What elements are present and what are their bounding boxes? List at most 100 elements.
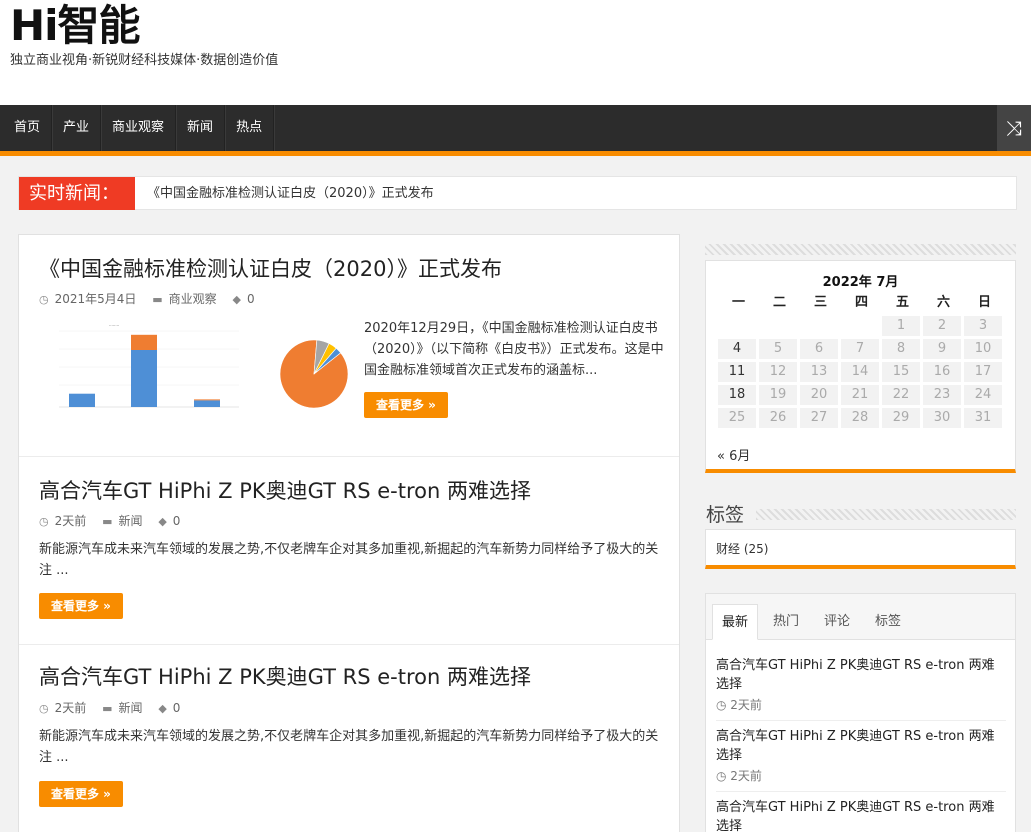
calendar-day: 27 bbox=[800, 408, 838, 428]
folder-icon: ▬ bbox=[102, 702, 113, 715]
divider bbox=[716, 791, 1006, 792]
nav-item-hot[interactable]: 热点 bbox=[225, 105, 275, 151]
folder-icon: ▬ bbox=[152, 293, 163, 306]
calendar-weekday: 三 bbox=[813, 295, 827, 310]
widget-stripe bbox=[705, 244, 1016, 255]
list-item: 高合汽车GT HiPhi Z PK奥迪GT RS e-tron 两难选择 ◷ 2… bbox=[716, 727, 1006, 784]
calendar-day: 21 bbox=[841, 385, 879, 405]
tab-tags[interactable]: 标签 bbox=[866, 604, 910, 640]
thumb-pie-group bbox=[279, 339, 349, 409]
recent-post-link[interactable]: 高合汽车GT HiPhi Z PK奥迪GT RS e-tron 两难选择 bbox=[716, 727, 1006, 765]
post-item: 高合汽车GT HiPhi Z PK奥迪GT RS e-tron 两难选择 ◷ 2天… bbox=[19, 645, 679, 832]
calendar-day: 19 bbox=[759, 385, 797, 405]
tab-latest[interactable]: 最新 bbox=[712, 604, 759, 640]
read-more-button[interactable]: 查看更多 » bbox=[39, 593, 123, 619]
calendar-day[interactable]: 18 bbox=[718, 385, 756, 405]
shuffle-icon: ⤨ bbox=[1006, 116, 1022, 140]
tab-popular[interactable]: 热门 bbox=[764, 604, 808, 640]
post-excerpt: 新能源汽车成未来汽车领域的发展之势,不仅老牌车企对其多加重视,新掘起的汽车新势力… bbox=[39, 729, 659, 765]
calendar-day[interactable]: 11 bbox=[718, 362, 756, 382]
calendar-prev-month-link[interactable]: « 6月 bbox=[717, 445, 750, 464]
calendar-day: 1 bbox=[882, 316, 920, 336]
post-meta: ◷ 2天前 ▬ 新闻 ◆ 0 bbox=[39, 700, 192, 717]
post-thumbnail[interactable]: ········ bbox=[39, 319, 359, 429]
clock-icon: ◷ bbox=[39, 293, 49, 306]
calendar-day: 28 bbox=[841, 408, 879, 428]
post-title[interactable]: 高合汽车GT HiPhi Z PK奥迪GT RS e-tron 两难选择 bbox=[39, 663, 531, 691]
site-title[interactable]: Hi智能 bbox=[10, 0, 141, 52]
tabs-bar: 最新 热门 评论 标签 bbox=[706, 594, 1015, 640]
tags-widget: 财经 (25) bbox=[705, 529, 1016, 569]
calendar-day: 22 bbox=[882, 385, 920, 405]
calendar-day: 3 bbox=[964, 316, 1002, 336]
clock-icon: ◷ bbox=[716, 698, 731, 712]
tag-link-finance[interactable]: 财经 (25) bbox=[716, 540, 768, 557]
thumb-bar-group bbox=[69, 334, 220, 407]
calendar-week: 11 12 13 14 15 16 17 bbox=[718, 362, 1005, 382]
post-category[interactable]: ▬ 新闻 bbox=[102, 701, 148, 715]
read-more-button[interactable]: 查看更多 » bbox=[39, 781, 123, 807]
calendar-weekday: 六 bbox=[936, 295, 950, 310]
calendar-day: 5 bbox=[759, 339, 797, 359]
recent-post-link[interactable]: 高合汽车GT HiPhi Z PK奥迪GT RS e-tron 两难选择 bbox=[716, 798, 1006, 832]
calendar-day: 17 bbox=[964, 362, 1002, 382]
post-title[interactable]: 高合汽车GT HiPhi Z PK奥迪GT RS e-tron 两难选择 bbox=[39, 477, 531, 505]
post-date: ◷ 2天前 bbox=[39, 701, 87, 715]
nav-item-home[interactable]: 首页 bbox=[0, 105, 53, 151]
clock-icon: ◷ bbox=[39, 515, 49, 528]
main-nav: 首页 产业 商业观察 新闻 热点 ⤨ bbox=[0, 105, 1031, 156]
folder-icon: ▬ bbox=[102, 515, 113, 528]
post-item: 《中国金融标准检测认证白皮（2020）》正式发布 ◷ 2021年5月4日 ▬ 商业观… bbox=[19, 235, 679, 457]
divider bbox=[716, 720, 1006, 721]
breaking-news-link[interactable]: 《中国金融标准检测认证白皮（2020）》正式发布 bbox=[147, 177, 434, 210]
thumb-bar-stack bbox=[194, 399, 220, 401]
post-comments[interactable]: ◆ 0 bbox=[158, 514, 186, 528]
recent-post-link[interactable]: 高合汽车GT HiPhi Z PK奥迪GT RS e-tron 两难选择 bbox=[716, 656, 1006, 694]
clock-icon: ◷ bbox=[716, 769, 731, 783]
thumb-chart1-title: ········ bbox=[109, 323, 119, 328]
tags-widget-title: 标签 bbox=[706, 504, 745, 526]
recent-post-date: ◷ 2天前 bbox=[716, 769, 762, 783]
calendar-week: 18 19 20 21 22 23 24 bbox=[718, 385, 1005, 405]
calendar-weekdays: 一二三四五六日 bbox=[718, 293, 1005, 313]
thumb-bar bbox=[194, 400, 220, 407]
calendar-week: 4 5 6 7 8 9 10 bbox=[718, 339, 1005, 359]
calendar-day: 12 bbox=[759, 362, 797, 382]
calendar-day[interactable]: 4 bbox=[718, 339, 756, 359]
random-post-button[interactable]: ⤨ bbox=[997, 105, 1031, 151]
calendar-day: 15 bbox=[882, 362, 920, 382]
thumb-bar-stack bbox=[131, 334, 157, 350]
calendar-day bbox=[841, 316, 879, 336]
calendar-day: 14 bbox=[841, 362, 879, 382]
post-category[interactable]: ▬ 商业观察 bbox=[152, 292, 222, 306]
calendar-day: 6 bbox=[800, 339, 838, 359]
calendar-day: 9 bbox=[923, 339, 961, 359]
site-description: 独立商业视角·新锐财经科技媒体·数据创造价值 bbox=[10, 53, 279, 68]
calendar-weekday: 五 bbox=[895, 295, 909, 310]
calendar-week: 123 bbox=[718, 316, 1005, 336]
calendar-day bbox=[718, 316, 756, 336]
post-category[interactable]: ▬ 新闻 bbox=[102, 514, 148, 528]
calendar-day: 2 bbox=[923, 316, 961, 336]
read-more-button[interactable]: 查看更多 » bbox=[364, 392, 448, 418]
calendar-day bbox=[800, 316, 838, 336]
calendar-day: 25 bbox=[718, 408, 756, 428]
calendar-day: 24 bbox=[964, 385, 1002, 405]
post-comments[interactable]: ◆ 0 bbox=[233, 292, 261, 306]
tabbed-widget: 最新 热门 评论 标签 高合汽车GT HiPhi Z PK奥迪GT RS e-t… bbox=[705, 593, 1016, 832]
calendar-day: 20 bbox=[800, 385, 838, 405]
post-title[interactable]: 《中国金融标准检测认证白皮（2020）》正式发布 bbox=[39, 255, 502, 283]
calendar-week: 25 26 27 28 29 30 31 bbox=[718, 408, 1005, 428]
calendar-grid: 一二三四五六日 1 2 3 4 5 6 7 8 9 10 11 12 13 14 15 16 17 18 19 20 2… bbox=[718, 293, 1005, 428]
post-date: ◷ 2天前 bbox=[39, 514, 87, 528]
nav-item-news[interactable]: 新闻 bbox=[176, 105, 226, 151]
nav-item-business[interactable]: 商业观察 bbox=[101, 105, 177, 151]
post-comments[interactable]: ◆ 0 bbox=[158, 701, 186, 715]
breaking-news-label: 实时新闻： bbox=[19, 177, 135, 210]
nav-item-industry[interactable]: 产业 bbox=[52, 105, 102, 151]
comments-icon: ◆ bbox=[158, 702, 167, 715]
calendar-day: 10 bbox=[964, 339, 1002, 359]
tab-comments[interactable]: 评论 bbox=[815, 604, 859, 640]
calendar-day: 8 bbox=[882, 339, 920, 359]
calendar-day: 16 bbox=[923, 362, 961, 382]
